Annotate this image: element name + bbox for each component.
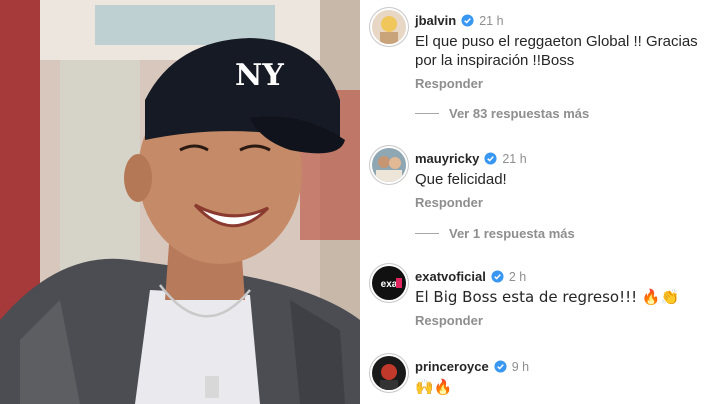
avatar[interactable]: exa [372,266,406,300]
username[interactable]: mauyricky [415,151,479,166]
comment-text: El Big Boss esta de regreso!!! 🔥👏 [415,288,680,306]
avatar[interactable] [372,356,406,390]
timestamp: 2 h [508,269,527,284]
divider-line [415,113,439,114]
view-replies-button[interactable]: Ver 1 respuesta más [415,226,575,241]
post-photo: NY [0,0,360,404]
view-replies-label: Ver 1 respuesta más [449,226,575,241]
divider-line [415,233,439,234]
verified-badge-icon [484,152,497,165]
timestamp: 9 h [511,359,530,374]
svg-text:exa: exa [381,279,398,290]
reply-button[interactable]: Responder [415,313,714,328]
verified-badge-icon [491,270,504,283]
comment-text: Que felicidad! [415,171,507,188]
view-replies-button[interactable]: Ver 83 respuestas más [415,106,589,121]
cap-logo: NY [235,58,284,93]
view-replies-label: Ver 83 respuestas más [449,106,590,121]
comment-text: 🙌🔥 [415,378,453,396]
avatar[interactable] [372,148,406,182]
reply-button[interactable]: Responder [415,76,714,91]
timestamp: 21 h [502,151,527,166]
timestamp: 21 h [479,13,504,28]
username[interactable]: jbalvin [415,13,456,28]
comments-panel: jbalvin 21 h El que puso el reggaeton Gl… [360,0,720,404]
username[interactable]: exatvoficial [415,269,486,284]
verified-badge-icon [461,14,474,27]
avatar[interactable] [372,10,406,44]
photo-illustration: NY [0,0,360,404]
reply-button[interactable]: Responder [415,195,714,210]
comment-text: El que puso el reggaeton Global !! Graci… [415,33,698,69]
username[interactable]: princeroyce [415,359,489,374]
verified-badge-icon [494,360,507,373]
